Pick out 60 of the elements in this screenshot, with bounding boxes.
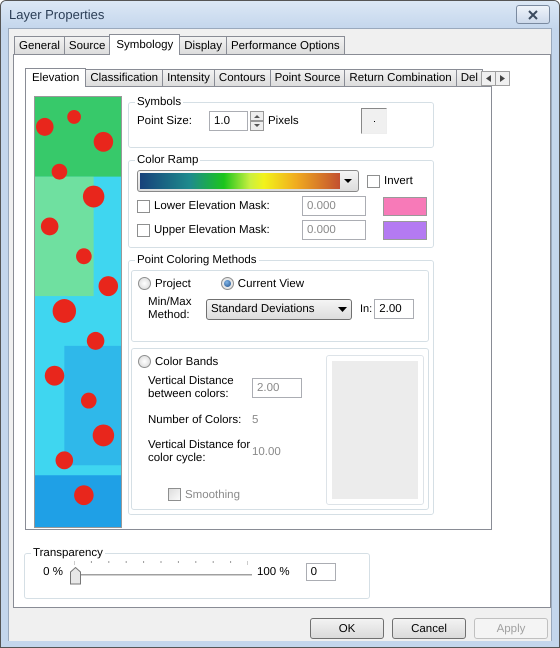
dialog-button[interactable]: Cancel bbox=[392, 618, 466, 639]
tab[interactable]: Source bbox=[64, 36, 110, 54]
tab[interactable]: Symbology bbox=[109, 34, 180, 55]
std-dev-field[interactable]: 2.00 bbox=[374, 299, 414, 319]
tab[interactable]: Classification bbox=[85, 69, 164, 86]
method-dropdown[interactable]: Standard Deviations bbox=[206, 298, 352, 320]
tab[interactable]: Intensity bbox=[162, 69, 215, 86]
radio-label: Current View bbox=[238, 278, 304, 290]
tab[interactable]: Elevation bbox=[25, 68, 86, 87]
tab[interactable]: Display bbox=[179, 36, 227, 54]
tab[interactable]: Return Combination bbox=[344, 69, 457, 86]
checkbox-label: Invert bbox=[384, 175, 413, 187]
radio-button[interactable] bbox=[138, 355, 151, 368]
radio-label: Project bbox=[155, 278, 191, 290]
tab[interactable]: Performance Options bbox=[226, 36, 345, 54]
caret-icon bbox=[338, 306, 347, 312]
tab[interactable]: Contours bbox=[214, 69, 271, 86]
scroll-left-button[interactable] bbox=[480, 71, 496, 86]
value-text: 10.00 bbox=[252, 446, 281, 458]
point-size-field[interactable]: 1.0 bbox=[209, 111, 248, 131]
group-title: Symbols bbox=[136, 96, 182, 108]
checkbox[interactable] bbox=[137, 224, 150, 236]
group-title: Color Ramp bbox=[136, 154, 200, 166]
field-label: Min/Max Method: bbox=[148, 296, 192, 322]
checkbox[interactable] bbox=[137, 200, 150, 212]
tab[interactable]: Del bbox=[456, 69, 483, 86]
checkbox-label: Smoothing bbox=[185, 488, 240, 500]
color-ramp-dropdown[interactable] bbox=[137, 170, 359, 192]
max-label: 100 % bbox=[257, 566, 290, 578]
symbol-preview[interactable] bbox=[361, 108, 387, 134]
spinner-icon[interactable] bbox=[250, 111, 264, 131]
color-swatch[interactable] bbox=[383, 196, 427, 216]
field-label: Point Size: bbox=[137, 115, 193, 127]
slider-thumb[interactable] bbox=[70, 567, 81, 585]
transparency-field[interactable]: 0 bbox=[306, 563, 336, 581]
close-icon bbox=[527, 10, 539, 20]
color-swatch[interactable] bbox=[383, 220, 427, 240]
group-title: Point Coloring Methods bbox=[136, 254, 258, 266]
scroll-right-button[interactable] bbox=[494, 71, 510, 86]
checkbox-label: Lower Elevation Mask: bbox=[154, 200, 271, 212]
left-arrow-icon bbox=[486, 75, 491, 82]
checkbox[interactable] bbox=[367, 174, 380, 188]
value-text: 5 bbox=[252, 414, 258, 426]
window-title: Layer Properties bbox=[9, 7, 104, 22]
right-arrow-icon bbox=[500, 75, 505, 82]
group-title: Transparency bbox=[32, 547, 104, 559]
close-button[interactable] bbox=[516, 5, 550, 24]
radio-button[interactable] bbox=[138, 277, 151, 290]
unit-label: Pixels bbox=[268, 115, 299, 127]
field-label: Vertical Distance between colors: bbox=[148, 375, 235, 401]
checkbox-label: Upper Elevation Mask: bbox=[154, 224, 271, 236]
field-label: Vertical Distance for color cycle: bbox=[148, 439, 252, 465]
field-label: In: bbox=[360, 303, 372, 315]
min-label: 0 % bbox=[42, 566, 63, 578]
tab[interactable]: General bbox=[14, 36, 65, 54]
radio-label: Color Bands bbox=[155, 356, 218, 368]
dialog-button[interactable]: OK bbox=[310, 618, 384, 639]
tab[interactable]: Point Source bbox=[270, 69, 346, 86]
radio-button[interactable] bbox=[220, 277, 234, 290]
field-label: Number of Colors: bbox=[148, 414, 242, 426]
